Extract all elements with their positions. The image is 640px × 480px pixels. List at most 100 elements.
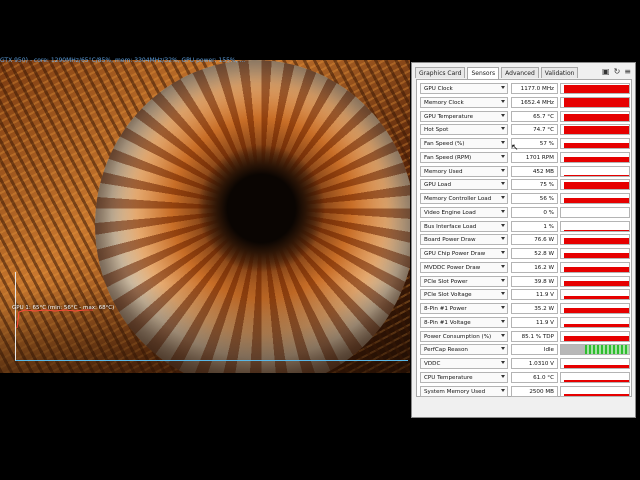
sensor-label-dropdown[interactable]: GPU Temperature xyxy=(420,110,508,122)
sensor-label-dropdown[interactable]: Bus Interface Load xyxy=(420,220,508,232)
sensor-value: 1 % xyxy=(511,220,558,232)
sensor-row: Power Consumption (%) 85.1 % TDP xyxy=(420,330,630,343)
sensor-graph-fill xyxy=(563,323,629,327)
sensor-label-dropdown[interactable]: GPU Chip Power Draw xyxy=(420,248,508,259)
dropdown-arrow-icon[interactable] xyxy=(501,237,505,241)
dropdown-arrow-icon[interactable] xyxy=(501,292,505,296)
sensor-graph-fill xyxy=(563,308,629,313)
sensor-graph xyxy=(560,261,630,273)
dropdown-arrow-icon[interactable] xyxy=(501,388,505,392)
sensor-label-dropdown[interactable]: 8-Pin #1 Power xyxy=(420,303,508,314)
sensor-label: Fan Speed (%) xyxy=(424,141,465,147)
sensor-value: 0 % xyxy=(511,206,558,218)
dropdown-arrow-icon[interactable] xyxy=(501,196,505,199)
sensor-label-dropdown[interactable]: Fan Speed (RPM) xyxy=(420,151,508,163)
sensor-label: Video Engine Load xyxy=(424,209,476,216)
sensor-label-dropdown[interactable]: CPU Temperature xyxy=(420,371,508,383)
tab-sensors[interactable]: Sensors xyxy=(467,67,500,79)
sensor-label-dropdown[interactable]: PerfCap Reason xyxy=(420,344,508,356)
sensor-label: MVDDC Power Draw xyxy=(424,264,481,271)
sensor-label: GPU Chip Power Draw xyxy=(424,251,486,257)
sensor-value: 1652.4 MHz xyxy=(511,96,558,108)
sensor-label: Fan Speed (RPM) xyxy=(424,154,472,161)
sensor-label-dropdown[interactable]: Power Consumption (%) xyxy=(420,330,508,342)
sensor-label-dropdown[interactable]: Memory Clock xyxy=(420,96,508,108)
dropdown-arrow-icon[interactable] xyxy=(501,251,505,254)
menu-icon[interactable]: ≡ xyxy=(624,67,631,76)
dropdown-arrow-icon[interactable] xyxy=(501,141,505,144)
sensor-label-dropdown[interactable]: System Memory Used xyxy=(420,385,508,397)
sensor-graph-fill xyxy=(563,365,629,368)
sensor-value: 35.2 W xyxy=(511,303,558,314)
tab-graphics-card[interactable]: Graphics Card xyxy=(415,67,466,78)
sensor-label: Power Consumption (%) xyxy=(424,333,492,340)
sensor-graph-fill xyxy=(563,182,629,190)
sensor-row: Memory Clock 1652.4 MHz xyxy=(420,96,630,109)
sensor-graph xyxy=(560,165,630,177)
dropdown-arrow-icon[interactable] xyxy=(501,99,505,103)
dropdown-arrow-icon[interactable] xyxy=(501,209,505,213)
dropdown-arrow-icon[interactable] xyxy=(501,306,505,309)
dropdown-arrow-icon[interactable] xyxy=(501,86,505,89)
perfcap-idle-segment xyxy=(561,345,585,355)
sensor-row: Memory Controller Load 56 % xyxy=(420,193,630,205)
camera-icon[interactable]: ▣ xyxy=(602,67,610,76)
sensor-value: 74.7 °C xyxy=(511,124,558,136)
sensor-row: GPU Clock 1177.0 MHz xyxy=(420,83,630,95)
dropdown-arrow-icon[interactable] xyxy=(501,223,505,227)
tab-validation[interactable]: Validation xyxy=(540,67,579,78)
sensor-graph xyxy=(560,316,630,328)
sensor-label-dropdown[interactable]: 8-Pin #1 Voltage xyxy=(420,316,508,328)
tab-advanced[interactable]: Advanced xyxy=(501,67,539,78)
sensor-row: GPU Temperature 65.7 °C xyxy=(420,110,630,123)
sensor-graph xyxy=(560,358,630,369)
dropdown-arrow-icon[interactable] xyxy=(501,127,505,131)
sensor-label: CPU Temperature xyxy=(424,374,473,381)
sensor-value: 61.0 °C xyxy=(511,371,558,383)
dropdown-arrow-icon[interactable] xyxy=(501,347,505,351)
dropdown-arrow-icon[interactable] xyxy=(501,319,505,323)
sensor-label-dropdown[interactable]: Video Engine Load xyxy=(420,206,508,218)
sensor-label-dropdown[interactable]: Fan Speed (%) xyxy=(420,138,508,149)
sensor-label-dropdown[interactable]: PCIe Slot Power xyxy=(420,275,508,287)
sensor-graph-fill xyxy=(563,296,629,300)
dropdown-arrow-icon[interactable] xyxy=(501,333,505,337)
dropdown-arrow-icon[interactable] xyxy=(501,264,505,268)
dropdown-arrow-icon[interactable] xyxy=(501,182,505,186)
dropdown-arrow-icon[interactable] xyxy=(501,278,505,282)
dropdown-arrow-icon[interactable] xyxy=(501,168,505,172)
sensor-graph-fill xyxy=(563,379,629,382)
refresh-icon[interactable]: ↻ xyxy=(614,67,621,76)
sensor-label: System Memory Used xyxy=(424,388,486,395)
sensor-label-dropdown[interactable]: GPU Clock xyxy=(420,83,508,94)
sensor-value: 1177.0 MHz xyxy=(511,83,558,94)
mouse-cursor-icon: ↖ xyxy=(511,143,519,153)
sensor-graph xyxy=(560,234,630,246)
sensor-label-dropdown[interactable]: Board Power Draw xyxy=(420,234,508,246)
sensor-row: PerfCap Reason Idle xyxy=(420,344,630,356)
sensor-label-dropdown[interactable]: Memory Used xyxy=(420,165,508,177)
sensor-row: Board Power Draw 76.6 W xyxy=(420,234,630,246)
sensor-row: Hot Spot 74.7 °C xyxy=(420,124,630,136)
dropdown-arrow-icon[interactable] xyxy=(501,361,505,364)
sensor-label-dropdown[interactable]: MVDDC Power Draw xyxy=(420,261,508,273)
sensor-label-dropdown[interactable]: Hot Spot xyxy=(420,124,508,136)
dropdown-arrow-icon[interactable] xyxy=(501,113,505,117)
sensor-graph xyxy=(560,371,630,383)
sensor-row: Bus Interface Load 1 % xyxy=(420,220,630,233)
tab-bar: Graphics Card Sensors Advanced Validation xyxy=(415,67,580,79)
sensor-label-dropdown[interactable]: Memory Controller Load xyxy=(420,193,508,204)
sensor-label: Bus Interface Load xyxy=(424,223,477,230)
dropdown-arrow-icon[interactable] xyxy=(501,154,505,158)
sensor-graph-fill xyxy=(563,174,629,176)
sensor-graph xyxy=(560,179,630,191)
sensor-label-dropdown[interactable]: GPU Load xyxy=(420,179,508,191)
sensor-label-dropdown[interactable]: PCIe Slot Voltage xyxy=(420,289,508,301)
sensor-label-dropdown[interactable]: VDDC xyxy=(420,358,508,369)
sensor-value: 1.0310 V xyxy=(511,358,558,369)
sensor-graph-fill xyxy=(563,229,629,231)
sensor-graph xyxy=(560,303,630,314)
sensor-graph xyxy=(560,248,630,259)
dropdown-arrow-icon[interactable] xyxy=(501,374,505,378)
sensor-label: PerfCap Reason xyxy=(424,347,468,354)
